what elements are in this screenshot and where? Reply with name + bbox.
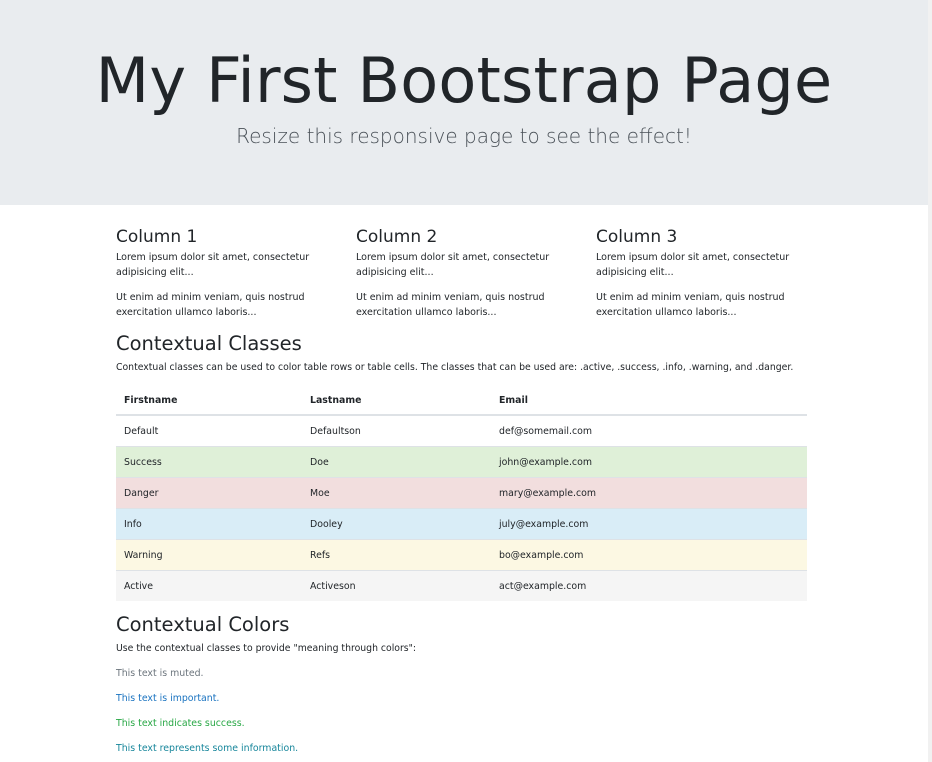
column-text: Lorem ipsum dolor sit amet, consectetur …: [596, 252, 790, 278]
column-text: Ut enim ad minim veniam, quis nostrud ex…: [356, 292, 545, 318]
contextual-color-text: This text is muted.: [116, 668, 204, 679]
column-heading: Column 3: [596, 227, 678, 247]
column-1: Column 1 Lorem ipsum dolor sit amet, con…: [116, 225, 331, 330]
table-cell-lastname: Doe: [302, 446, 491, 478]
table-cell-firstname: Default: [116, 414, 302, 447]
table-cell-firstname: Active: [116, 570, 302, 601]
table-cell-firstname: Success: [116, 446, 302, 478]
table-cell-email: act@example.com: [491, 570, 807, 601]
column-2: Column 2 Lorem ipsum dolor sit amet, con…: [356, 225, 571, 330]
table-row: Danger Moe mary@example.com: [116, 477, 807, 509]
table-row: Default Defaultson def@somemail.com: [116, 414, 807, 447]
table-cell-email: bo@example.com: [491, 539, 807, 571]
column-heading: Column 2: [356, 227, 438, 247]
contextual-color-text: This text is important.: [116, 693, 220, 704]
contextual-colors-title: Contextual Colors: [116, 613, 290, 636]
table-row: Info Dooley july@example.com: [116, 508, 807, 540]
column-header-lastname: Lastname: [302, 387, 491, 416]
table-cell-lastname: Activeson: [302, 570, 491, 601]
table-row: Success Doe john@example.com: [116, 446, 807, 478]
contextual-classes-description: Contextual classes can be used to color …: [116, 362, 794, 373]
table-cell-email: def@somemail.com: [491, 414, 807, 447]
column-3: Column 3 Lorem ipsum dolor sit amet, con…: [596, 225, 811, 330]
scrollbar[interactable]: [928, 0, 932, 762]
column-text: Lorem ipsum dolor sit amet, consectetur …: [116, 252, 310, 278]
page-title: My First Bootstrap Page: [95, 44, 833, 117]
contextual-classes-title: Contextual Classes: [116, 332, 302, 355]
table-cell-firstname: Danger: [116, 477, 302, 509]
table-row: Warning Refs bo@example.com: [116, 539, 807, 571]
column-text: Lorem ipsum dolor sit amet, consectetur …: [356, 252, 550, 278]
table-cell-email: july@example.com: [491, 508, 807, 540]
main-container: Column 1 Lorem ipsum dolor sit amet, con…: [116, 205, 807, 754]
contextual-color-text: This text represents some information.: [116, 743, 299, 754]
table-row: Active Activeson act@example.com: [116, 570, 807, 601]
page-subtitle: Resize this responsive page to see the e…: [236, 124, 692, 148]
table-cell-lastname: Dooley: [302, 508, 491, 540]
column-text: Ut enim ad minim veniam, quis nostrud ex…: [596, 292, 785, 318]
column-header-firstname: Firstname: [116, 387, 302, 416]
table-cell-firstname: Info: [116, 508, 302, 540]
contextual-table: Firstname Lastname Email Default Defaults…: [116, 387, 807, 601]
jumbotron: My First Bootstrap Page Resize this resp…: [0, 0, 928, 205]
column-heading: Column 1: [116, 227, 198, 247]
column-header-email: Email: [491, 387, 807, 416]
table-cell-lastname: Defaultson: [302, 414, 491, 447]
table-cell-firstname: Warning: [116, 539, 302, 571]
contextual-colors-description: Use the contextual classes to provide "m…: [116, 643, 417, 654]
table-header-row: Firstname Lastname Email: [116, 387, 807, 416]
columns-row: Column 1 Lorem ipsum dolor sit amet, con…: [116, 205, 807, 325]
table-cell-lastname: Moe: [302, 477, 491, 509]
table-cell-email: mary@example.com: [491, 477, 807, 509]
table-cell-email: john@example.com: [491, 446, 807, 478]
column-text: Ut enim ad minim veniam, quis nostrud ex…: [116, 292, 305, 318]
table-cell-lastname: Refs: [302, 539, 491, 571]
contextual-color-text: This text indicates success.: [116, 718, 245, 729]
